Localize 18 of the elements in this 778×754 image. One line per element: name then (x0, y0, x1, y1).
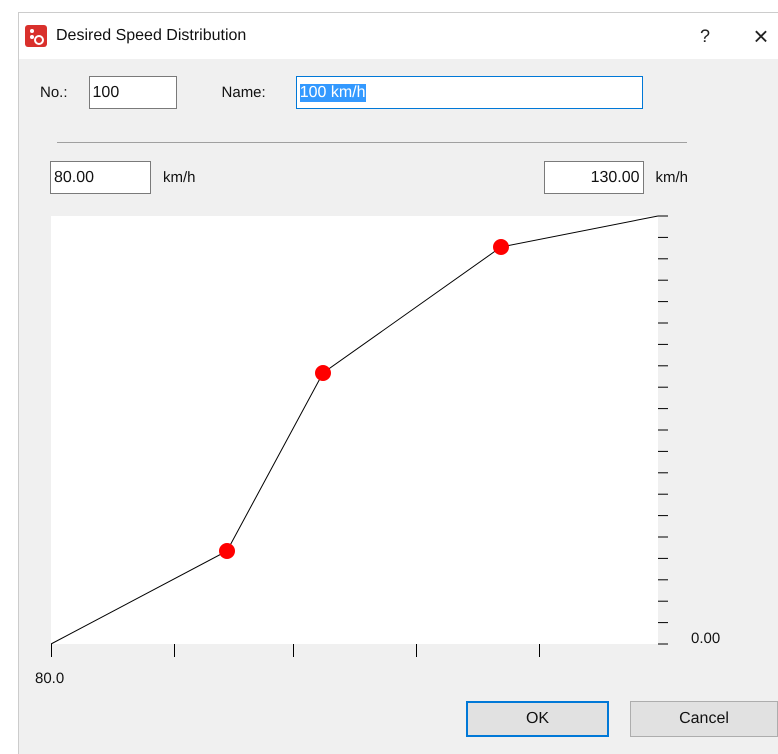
window-title: Desired Speed Distribution (56, 27, 248, 45)
ok-button[interactable]: OK (466, 701, 609, 737)
cancel-button[interactable]: Cancel (630, 701, 778, 737)
close-button[interactable]: × (733, 13, 778, 59)
name-label: Name: (222, 84, 266, 101)
max-speed-field[interactable]: 130.00 (544, 161, 644, 194)
min-speed-field[interactable]: 80.00 (50, 161, 151, 194)
unit-label: km/h (656, 169, 688, 186)
curve-point[interactable] (493, 239, 509, 255)
help-button[interactable]: ? (677, 13, 733, 59)
curve-point[interactable] (315, 365, 331, 381)
curve-point[interactable] (219, 543, 235, 559)
y-axis-label: 0.00 (691, 630, 720, 647)
number-field[interactable]: 100 (88, 76, 177, 109)
app-icon (25, 25, 47, 47)
number-label: No.: (40, 84, 68, 101)
x-axis-label: 80.0 (35, 670, 66, 687)
unit-label: km/h (163, 169, 196, 186)
